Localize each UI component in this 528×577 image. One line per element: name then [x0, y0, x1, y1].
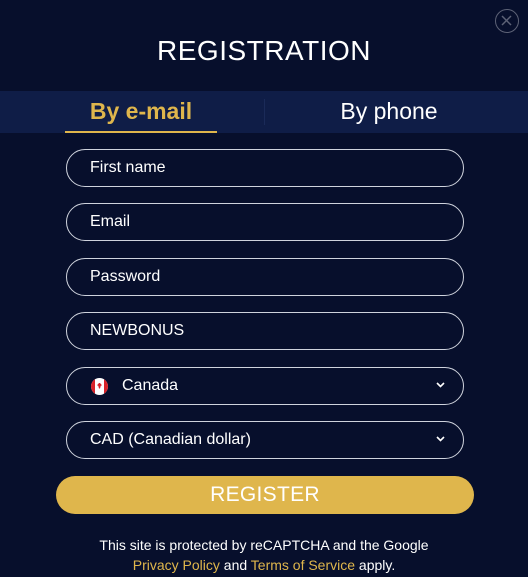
tab-by-phone[interactable]: By phone — [265, 91, 513, 133]
country-select[interactable]: Canada — [66, 367, 464, 405]
password-input[interactable] — [66, 258, 464, 296]
register-button[interactable]: REGISTER — [56, 476, 474, 514]
chevron-down-icon — [436, 436, 445, 442]
recaptcha-apply: apply. — [355, 557, 396, 573]
close-button[interactable] — [495, 9, 519, 33]
close-icon — [501, 15, 512, 26]
recaptcha-line: This site is protected by reCAPTCHA and … — [99, 537, 429, 553]
first-name-input[interactable] — [66, 149, 464, 187]
chevron-down-icon — [436, 382, 445, 388]
recaptcha-links: Privacy Policy and Terms of Service appl… — [0, 555, 528, 575]
recaptcha-notice: This site is protected by reCAPTCHA and … — [0, 535, 528, 575]
registration-modal: REGISTRATION By e-mail By phone Canada C… — [0, 0, 528, 577]
currency-value: CAD (Canadian dollar) — [90, 431, 251, 448]
canada-flag-icon — [91, 377, 108, 395]
registration-tabs: By e-mail By phone — [0, 91, 528, 133]
recaptcha-and: and — [219, 557, 251, 573]
currency-select[interactable]: CAD (Canadian dollar) — [66, 421, 464, 459]
tab-by-email[interactable]: By e-mail — [65, 91, 217, 133]
promo-code-input[interactable] — [66, 312, 464, 350]
privacy-policy-link[interactable]: Privacy Policy — [133, 557, 220, 573]
country-value: Canada — [122, 377, 179, 394]
email-input[interactable] — [66, 203, 464, 241]
terms-of-service-link[interactable]: Terms of Service — [251, 557, 355, 573]
page-title: REGISTRATION — [157, 35, 371, 66]
